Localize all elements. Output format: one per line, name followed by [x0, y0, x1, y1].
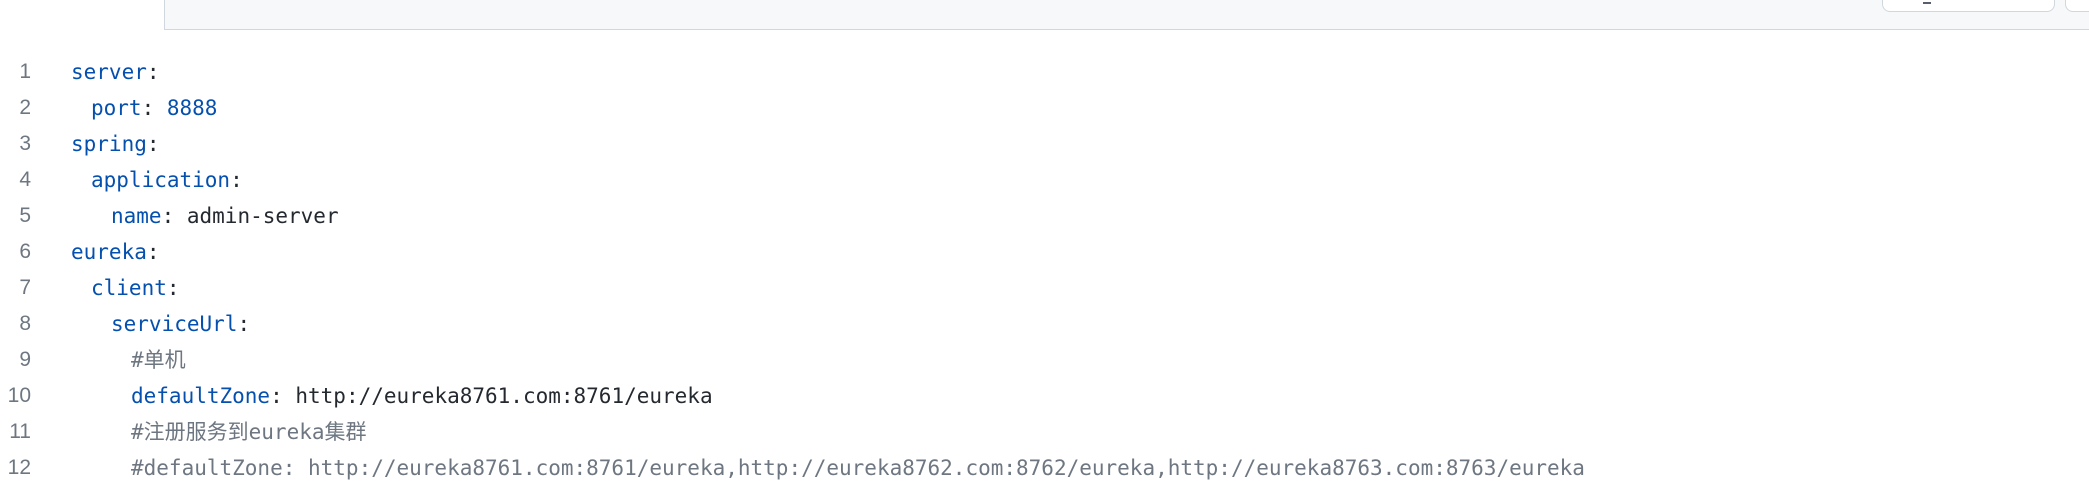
code-line: 3 spring:	[0, 126, 2089, 162]
yaml-comment: #单机	[131, 348, 186, 372]
yaml-separator: :	[166, 276, 180, 300]
code-viewer: 1 server: 2 port: 8888 3 spring: 4 application:…	[0, 54, 2089, 486]
code-line-content: #defaultZone: http://eureka8761.com:8761…	[131, 450, 1585, 486]
yaml-key: client	[91, 276, 167, 300]
yaml-separator: :	[237, 312, 251, 336]
yaml-key: port	[91, 96, 142, 120]
yaml-separator: :	[146, 240, 160, 264]
code-line-content: #注册服务到eureka集群	[131, 414, 367, 450]
toolbar-button[interactable]	[1882, 0, 2055, 12]
yaml-value: admin-server	[186, 204, 339, 228]
code-line-content: serviceUrl:	[111, 306, 250, 342]
code-line: 1 server:	[0, 54, 2089, 90]
line-number[interactable]: 7	[0, 270, 31, 306]
line-number[interactable]: 11	[0, 414, 31, 450]
yaml-comment: #注册服务到eureka集群	[131, 420, 367, 444]
yaml-key: serviceUrl	[111, 312, 238, 336]
code-line: 5 name: admin-server	[0, 198, 2089, 234]
line-number[interactable]: 2	[0, 90, 31, 126]
yaml-key: server	[71, 60, 147, 84]
yaml-key: defaultZone	[131, 384, 271, 408]
yaml-value: http://eureka8761.com:8761/eureka	[295, 384, 713, 408]
code-line-content: server:	[71, 54, 160, 90]
code-line-content: spring:	[71, 126, 160, 162]
line-number[interactable]: 8	[0, 306, 31, 342]
line-number[interactable]: 6	[0, 234, 31, 270]
code-line-content: defaultZone: http://eureka8761.com:8761/…	[131, 378, 713, 414]
line-number[interactable]: 5	[0, 198, 31, 234]
code-line-content: application:	[91, 162, 243, 198]
line-number[interactable]: 9	[0, 342, 31, 378]
toolbar-icon	[1923, 2, 1931, 4]
yaml-value: 8888	[166, 96, 218, 120]
yaml-key: spring	[71, 132, 147, 156]
line-number[interactable]: 1	[0, 54, 31, 90]
yaml-separator: :	[146, 60, 160, 84]
code-line-content: client:	[91, 270, 180, 306]
yaml-key: eureka	[71, 240, 147, 264]
yaml-separator: :	[230, 168, 243, 192]
toolbar-more-button[interactable]	[2065, 0, 2089, 12]
line-number[interactable]: 12	[0, 450, 31, 486]
code-line: 7 client:	[0, 270, 2089, 306]
code-line: 11 #注册服务到eureka集群	[0, 414, 2089, 450]
line-number[interactable]: 3	[0, 126, 31, 162]
code-line-content: name: admin-server	[111, 198, 339, 234]
yaml-separator: :	[270, 384, 296, 408]
code-line: 10 defaultZone: http://eureka8761.com:876…	[0, 378, 2089, 414]
code-line: 8 serviceUrl:	[0, 306, 2089, 342]
code-line-content: port: 8888	[91, 90, 217, 126]
line-number[interactable]: 4	[0, 162, 31, 198]
code-line: 12 #defaultZone: http://eureka8761.com:87…	[0, 450, 2089, 486]
yaml-key: application	[91, 168, 231, 192]
code-line-content: #单机	[131, 342, 186, 378]
yaml-separator: :	[161, 204, 187, 228]
code-line: 2 port: 8888	[0, 90, 2089, 126]
yaml-comment: #defaultZone: http://eureka8761.com:8761…	[131, 456, 1585, 480]
code-line: 4 application:	[0, 162, 2089, 198]
code-line: 6 eureka:	[0, 234, 2089, 270]
yaml-key: name	[111, 204, 162, 228]
line-number[interactable]: 10	[0, 378, 31, 414]
yaml-separator: :	[141, 96, 167, 120]
file-header-toolbar	[164, 0, 2089, 30]
yaml-separator: :	[146, 132, 160, 156]
code-line-content: eureka:	[71, 234, 160, 270]
code-line: 9 #单机	[0, 342, 2089, 378]
